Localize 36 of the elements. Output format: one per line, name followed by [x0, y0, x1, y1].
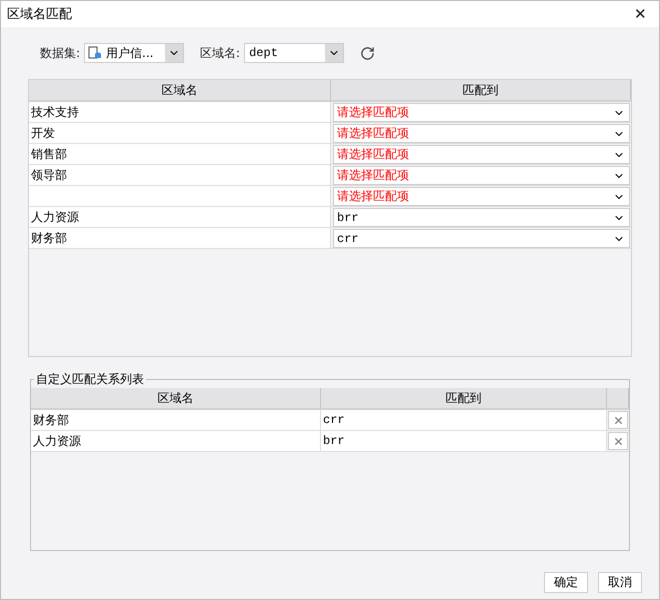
match-dropdown[interactable]: 请选择匹配项	[333, 166, 630, 185]
match-dropdown[interactable]: 请选择匹配项	[333, 187, 630, 206]
refresh-icon[interactable]	[360, 46, 376, 60]
match-dropdown[interactable]: 请选择匹配项	[333, 103, 630, 122]
delete-button[interactable]	[608, 411, 628, 429]
close-button[interactable]: ✕	[626, 5, 655, 23]
region-dropdown[interactable]: dept	[244, 43, 344, 63]
table-cell: 人力资源	[31, 431, 321, 451]
match-dropdown[interactable]: 请选择匹配项	[333, 124, 630, 143]
region-label: 区域名:	[200, 44, 240, 62]
delete-button[interactable]	[608, 432, 628, 450]
dataset-dropdown[interactable]: 用户信...	[84, 43, 184, 63]
column-header: 区域名	[29, 80, 331, 100]
match-dropdown[interactable]: crr	[333, 229, 630, 248]
table-cell: 人力资源	[29, 207, 331, 227]
database-file-icon	[88, 46, 102, 60]
window-title: 区域名匹配	[7, 6, 72, 23]
column-header: 匹配到	[331, 80, 631, 100]
table-cell: 财务部	[29, 228, 331, 248]
panel-title: 自定义匹配关系列表	[35, 371, 145, 388]
column-header: 匹配到	[321, 388, 607, 408]
dialog-button[interactable]: 确定	[544, 572, 588, 593]
table-cell: 财务部	[31, 410, 321, 430]
close-icon	[612, 436, 624, 446]
table-cell: brr	[321, 431, 607, 451]
column-header: 区域名	[31, 388, 321, 408]
dataset-label: 数据集:	[40, 44, 80, 62]
table-cell: 领导部	[29, 165, 331, 185]
match-dropdown[interactable]: brr	[333, 208, 630, 227]
table-cell: crr	[321, 410, 607, 430]
table-cell: 开发	[29, 123, 331, 143]
dialog-button[interactable]: 取消	[598, 572, 642, 593]
close-icon	[612, 414, 624, 426]
match-dropdown[interactable]: 请选择匹配项	[333, 145, 630, 164]
table-cell: 销售部	[29, 144, 331, 164]
table-cell: 技术支持	[29, 102, 331, 122]
